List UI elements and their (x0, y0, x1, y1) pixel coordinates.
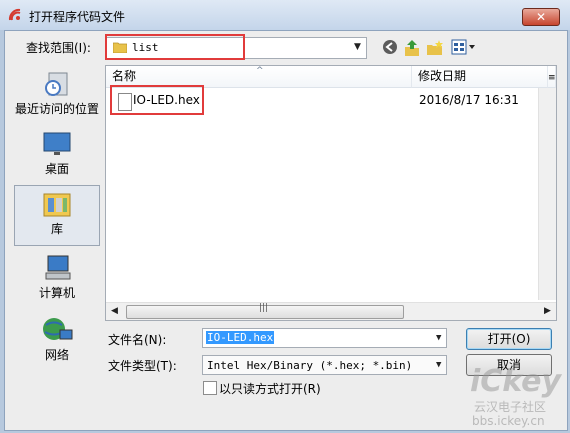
file-highlight-box (110, 85, 204, 115)
ickey-watermark: iCkey 云汉电子社区 bbs.ickey.cn (468, 364, 570, 430)
column-header-more[interactable]: ≡ (548, 66, 556, 88)
filetype-label: 文件类型(T): (108, 359, 177, 373)
column-modified-label: 修改日期 (418, 69, 467, 83)
watermark-line1: 云汉电子社区 (474, 400, 547, 414)
filename-label: 文件名(N): (108, 333, 167, 347)
new-folder-icon[interactable] (426, 39, 444, 57)
scroll-left-icon[interactable]: ◀ (111, 306, 118, 316)
column-name-label: 名称 (112, 69, 137, 83)
watermark-brand: iCkey (470, 364, 562, 399)
watermark-line2: bbs.ickey.cn (472, 414, 545, 428)
title-bar: 打开程序代码文件 ✕ (0, 0, 570, 30)
recent-places-icon (45, 72, 68, 96)
column-header-modified[interactable]: 修改日期 (412, 66, 548, 88)
sort-arrow-icon: ^ (256, 66, 264, 76)
scrollbar-thumb[interactable]: ||| (126, 303, 404, 319)
open-button[interactable]: 打开(O) (466, 328, 552, 350)
scroll-right-icon[interactable]: ▶ (544, 306, 551, 316)
readonly-checkbox[interactable] (203, 381, 217, 395)
place-label: 库 (50, 222, 63, 236)
readonly-label: 以只读方式打开(R) (219, 382, 321, 396)
lookin-label: 查找范围(I): (26, 41, 91, 55)
up-folder-icon[interactable] (403, 39, 421, 57)
places-bar: 最近访问的位置 桌面 库 计算机 网络 (8, 66, 105, 362)
app-icon (8, 8, 21, 21)
place-label: 桌面 (44, 162, 69, 176)
chevron-down-icon[interactable]: ▼ (436, 333, 441, 343)
place-desktop[interactable]: 桌面 (14, 126, 100, 184)
filetype-select[interactable]: Intel Hex/Binary (*.hex; *.bin) ▼ (202, 355, 447, 375)
filename-value: IO-LED.hex (206, 331, 275, 344)
place-computer[interactable]: 计算机 (14, 250, 100, 308)
file-modified: 2016/8/17 16:31 (419, 93, 519, 107)
back-arrow-icon[interactable] (381, 39, 399, 57)
vertical-scrollbar[interactable] (538, 88, 556, 300)
network-icon (43, 318, 73, 340)
filename-input[interactable]: IO-LED.hex ▼ (202, 328, 447, 348)
place-label: 计算机 (38, 286, 75, 300)
view-menu-icon[interactable] (451, 39, 477, 57)
place-recent[interactable]: 最近访问的位置 (14, 66, 100, 124)
place-network[interactable]: 网络 (14, 312, 100, 370)
place-label: 最近访问的位置 (14, 102, 99, 116)
close-button[interactable]: ✕ (522, 8, 560, 26)
window-title: 打开程序代码文件 (29, 10, 126, 24)
grip-icon: ||| (259, 303, 269, 313)
filetype-value: Intel Hex/Binary (*.hex; *.bin) (207, 359, 413, 372)
desktop-icon (43, 132, 71, 155)
lookin-highlight-box (105, 34, 245, 60)
place-label: 网络 (44, 348, 69, 362)
computer-icon (45, 255, 71, 280)
chevron-down-icon[interactable]: ▼ (436, 360, 441, 370)
horizontal-scrollbar[interactable]: ◀ ||| ▶ (106, 302, 556, 320)
column-more-label: ≡ (548, 73, 556, 83)
chevron-down-icon[interactable]: ▼ (354, 42, 361, 52)
libraries-icon (43, 193, 71, 217)
place-libraries[interactable]: 库 (14, 185, 100, 246)
